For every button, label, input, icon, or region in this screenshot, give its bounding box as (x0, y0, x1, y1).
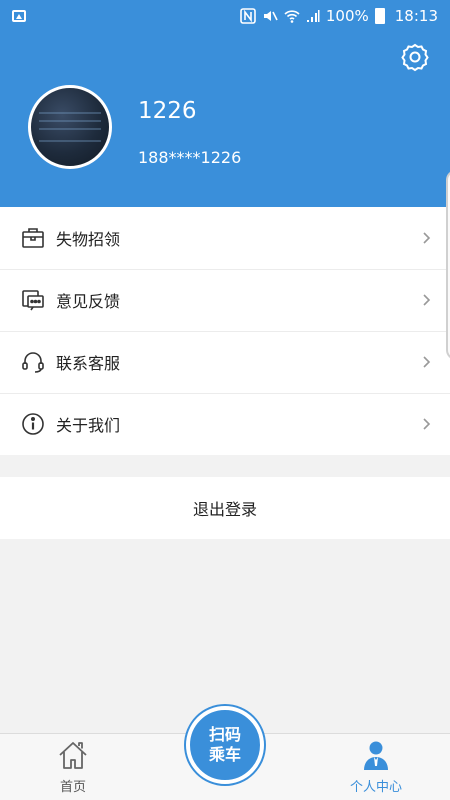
photo-icon (12, 10, 26, 22)
mute-icon (263, 11, 278, 21)
tab-home[interactable]: 首页 (28, 734, 118, 800)
menu-list: 失物招领 意见反馈 联系客服 关于我们 (0, 207, 450, 455)
scan-button-line2: 乘车 (208, 745, 241, 764)
user-name: 1226 (138, 98, 197, 124)
chevron-right-icon (423, 232, 431, 244)
profile-header: 1226 188****1226 (0, 32, 450, 207)
menu-item-label: 联系客服 (56, 354, 121, 373)
menu-item-label: 关于我们 (56, 416, 121, 435)
edge-panel-handle[interactable] (446, 170, 450, 360)
scan-button-line1: 扫码 (208, 725, 241, 744)
user-phone: 188****1226 (138, 148, 242, 167)
menu-item-about-us[interactable]: 关于我们 (0, 393, 450, 455)
battery-icon (374, 8, 385, 24)
menu-item-label: 意见反馈 (56, 292, 121, 311)
scan-to-ride-button[interactable]: 扫码 乘车 (186, 706, 264, 784)
headset-icon (20, 349, 46, 375)
chevron-right-icon (423, 294, 431, 306)
home-icon (59, 742, 87, 769)
briefcase-icon (20, 225, 46, 251)
clock: 18:13 (394, 7, 438, 25)
logout-button[interactable]: 退出登录 (0, 477, 450, 539)
feedback-icon (20, 287, 46, 313)
user-icon (364, 741, 388, 770)
chevron-right-icon (423, 418, 431, 430)
gear-icon[interactable] (400, 42, 430, 72)
tab-profile[interactable]: 个人中心 (331, 734, 421, 800)
menu-item-lost-and-found[interactable]: 失物招领 (0, 207, 450, 269)
menu-item-customer-service[interactable]: 联系客服 (0, 331, 450, 393)
status-bar: 100% 18:13 (0, 0, 450, 32)
menu-item-feedback[interactable]: 意见反馈 (0, 269, 450, 331)
nfc-icon (240, 8, 256, 24)
signal-icon (306, 10, 320, 22)
avatar[interactable] (28, 85, 112, 169)
info-icon (20, 411, 46, 437)
wifi-icon (284, 10, 300, 23)
tab-home-label: 首页 (59, 780, 86, 795)
chevron-right-icon (423, 356, 431, 368)
menu-item-label: 失物招领 (56, 230, 121, 249)
tab-profile-label: 个人中心 (349, 780, 402, 795)
battery-percent: 100% (325, 7, 369, 25)
